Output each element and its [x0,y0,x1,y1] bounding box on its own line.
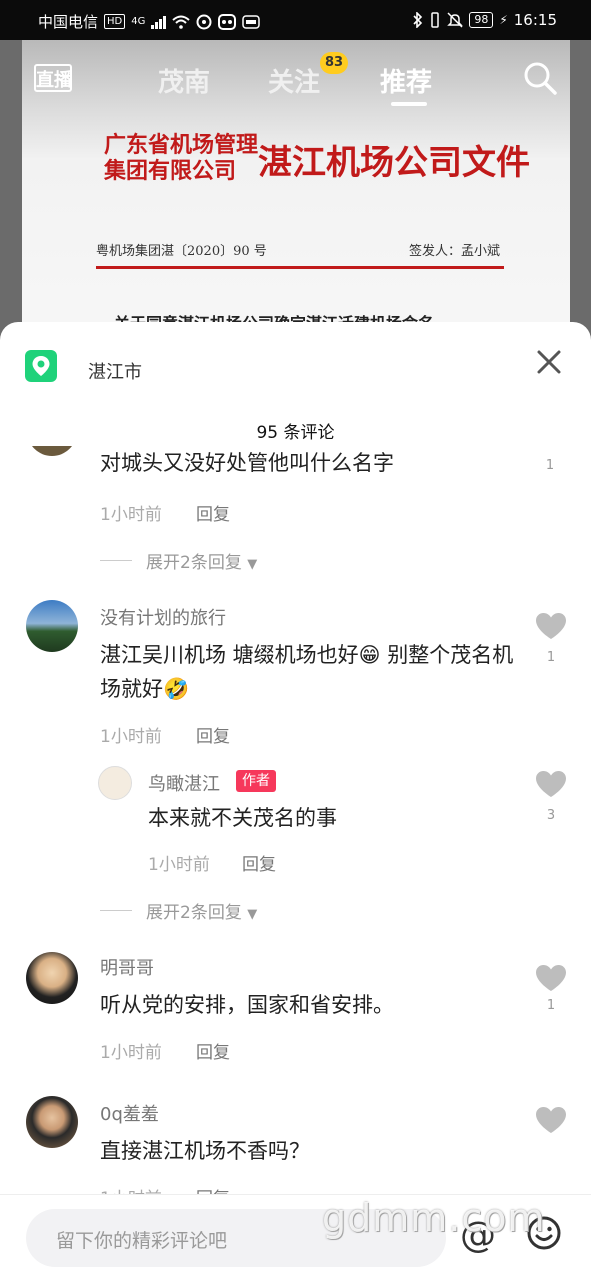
avatar[interactable] [26,600,78,652]
comment-author[interactable]: 没有计划的旅行 [100,604,226,630]
battery-icon: 98 [469,12,494,28]
top-nav: 直播 茂南 关注 83 推荐 [0,40,591,120]
expand-replies-button[interactable]: 展开2条回复 ▼ [146,548,257,573]
comment-text: 直接湛江机场不香吗？ [100,1139,310,1163]
doc-issuer: 广东省机场管理 集团有限公司 [104,132,258,184]
comment-sheet: 湛江市 95 条评论 对城头又没好处管他叫什么名字 1小时前 回复 1 展开2条… [0,322,591,1280]
reply-button[interactable]: 回复 [242,850,276,875]
expand-replies-label: 展开2条回复 [146,903,242,923]
comment-author[interactable]: 0q羞羞 [100,1100,159,1126]
avatar[interactable] [26,952,78,1004]
reply-author[interactable]: 鸟瞰湛江 [148,770,220,796]
live-label: 直播 [36,70,72,91]
location-label: 湛江市 [88,362,142,383]
reply-time: 1小时前 [148,855,210,875]
comment-input-placeholder: 留下你的精彩评论吧 [56,1230,228,1252]
reply-button[interactable]: 回复 [196,1038,230,1063]
heart-icon[interactable] [535,612,567,640]
location-pin-icon [25,350,57,382]
like-count: 1 [545,458,555,473]
like-count: 1 [546,998,556,1013]
author-badge: 作者 [236,770,276,792]
like-count: 3 [546,808,556,823]
reply-text: 本来就不关茂名的事 [148,806,337,830]
carrier-label: 中国电信 [38,13,99,31]
chevron-down-icon: ▼ [247,907,258,922]
signal-icon [151,15,167,29]
avatar[interactable] [98,766,132,800]
doc-title: 湛江机场公司文件 [258,143,530,183]
search-icon[interactable] [522,60,558,96]
watermark: gdmm.com [322,1196,546,1240]
tab-following[interactable]: 关注 [268,62,320,99]
network-label: 4G [131,16,146,27]
expand-divider [100,910,132,911]
expand-divider [100,560,132,561]
doc-ref: 粤机场集团湛〔2020〕90 号 [96,244,267,259]
notification-app-icon-3 [242,14,261,29]
expand-replies-label: 展开2条回复 [146,553,242,573]
doc-issuer-line-2: 集团有限公司 [104,158,237,184]
vibrate-icon [431,12,440,28]
wifi-icon [172,15,191,29]
comment-text: 对城头又没好处管他叫什么名字 [100,451,394,475]
like-count: 1 [546,650,556,665]
comment-text: 湛江吴川机场 塘缀机场也好😁 别整个茂名机场就好🤣 [100,643,514,701]
location-row[interactable]: 湛江市 [0,322,591,406]
hd-label: HD [104,14,126,29]
comment-time: 1小时前 [100,505,162,525]
heart-icon[interactable] [535,1106,567,1134]
comment-list[interactable]: 对城头又没好处管他叫什么名字 1小时前 回复 1 展开2条回复 ▼ 没有计划的旅… [0,446,591,1196]
expand-replies-button[interactable]: 展开2条回复 ▼ [146,898,257,923]
comment-time: 1小时前 [100,1043,162,1063]
notification-app-icon-2 [218,13,237,30]
reply-button[interactable]: 回复 [196,722,230,747]
chevron-down-icon: ▼ [247,557,258,572]
active-tab-indicator [391,102,427,106]
comment-time: 1小时前 [100,727,162,747]
heart-icon[interactable] [535,964,567,992]
following-count-badge: 83 [320,52,348,74]
doc-divider [96,266,504,269]
comments-count: 95 条评论 [256,423,335,443]
notification-app-icon [196,14,212,29]
avatar[interactable] [26,1096,78,1148]
doc-signer: 签发人：孟小斌 [408,244,500,259]
bluetooth-icon [413,12,423,28]
clock: 16:15 [513,11,557,29]
mute-icon [447,12,464,28]
comment-author[interactable]: 明哥哥 [100,954,154,980]
tab-maonan[interactable]: 茂南 [158,62,210,99]
heart-icon[interactable] [535,770,567,798]
doc-issuer-line-1: 广东省机场管理 [104,132,259,158]
close-icon[interactable] [535,348,563,376]
avatar[interactable] [27,446,77,456]
charging-icon: ⚡ [499,13,508,27]
live-tv-icon[interactable]: 直播 [34,58,72,96]
comment-text: 听从党的安排，国家和省安排。 [100,993,394,1017]
reply-button[interactable]: 回复 [196,500,230,525]
status-bar: 中国电信 HD 4G 98 ⚡ 16:15 [0,0,591,40]
tab-recommended[interactable]: 推荐 [380,62,432,99]
